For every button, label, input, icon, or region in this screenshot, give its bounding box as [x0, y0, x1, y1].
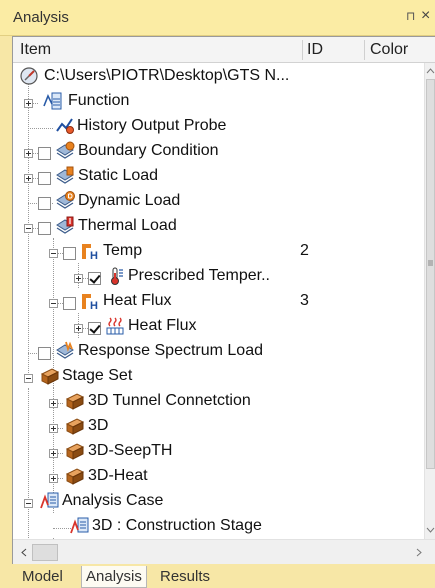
tree-item-static-load-label[interactable]: Static Load — [78, 167, 158, 185]
column-separator[interactable] — [302, 40, 303, 60]
tree-item-thermal-load-label[interactable]: Thermal Load — [78, 217, 177, 235]
response-spectrum-load-checkbox[interactable] — [38, 347, 51, 360]
temp-checkbox[interactable] — [63, 247, 76, 260]
grip-icon — [428, 260, 433, 266]
expander[interactable] — [49, 399, 58, 408]
tree-connector — [28, 388, 29, 538]
dynamic-load-checkbox[interactable] — [38, 197, 51, 210]
stage-icon — [65, 468, 85, 485]
expander[interactable] — [74, 274, 83, 283]
static-load-checkbox[interactable] — [38, 172, 51, 185]
vertical-scrollbar[interactable] — [424, 63, 435, 539]
tree-item-stage-label[interactable]: 3D — [88, 417, 108, 435]
expander[interactable] — [74, 324, 83, 333]
response-spectrum-icon — [56, 341, 74, 359]
expander[interactable] — [49, 474, 58, 483]
column-header-item[interactable]: Item — [20, 41, 51, 59]
expander[interactable] — [49, 424, 58, 433]
tree-item-history-output-probe-label[interactable]: History Output Probe — [77, 117, 226, 135]
tree-item-response-spectrum-load-label[interactable]: Response Spectrum Load — [78, 342, 263, 360]
boundary-condition-checkbox[interactable] — [38, 147, 51, 160]
function-icon — [43, 92, 62, 110]
prescribed-temperature-checkbox[interactable] — [88, 272, 101, 285]
static-load-icon — [56, 166, 74, 184]
expander[interactable] — [24, 149, 33, 158]
analysis-case-icon — [40, 492, 59, 509]
dynamic-load-icon — [56, 191, 75, 209]
horizontal-scrollbar[interactable] — [13, 539, 435, 565]
vertical-scroll-thumb[interactable] — [426, 79, 435, 469]
svg-text:H: H — [90, 300, 98, 311]
expander[interactable] — [24, 224, 33, 233]
close-icon[interactable]: × — [421, 7, 430, 25]
bottom-tab-strip: Model Analysis Results — [0, 564, 435, 588]
history-output-probe-icon — [56, 118, 74, 134]
thermal-load-icon — [56, 216, 74, 234]
scroll-down-icon[interactable] — [426, 527, 435, 533]
project-icon — [20, 67, 38, 85]
stage-icon — [65, 418, 85, 435]
tree-item-dynamic-load-label[interactable]: Dynamic Load — [78, 192, 180, 210]
horizontal-scroll-thumb[interactable] — [32, 544, 58, 561]
scroll-right-icon[interactable] — [416, 548, 422, 557]
expander[interactable] — [49, 299, 58, 308]
tree-item-function-label[interactable]: Function — [68, 92, 129, 110]
scroll-left-icon[interactable] — [21, 548, 27, 557]
tree-item-stage-label[interactable]: 3D-SeepTH — [88, 442, 172, 460]
tree-item-boundary-condition-label[interactable]: Boundary Condition — [78, 142, 219, 160]
tree-item-temp-id: 2 — [300, 242, 309, 259]
tree-item-temp-label[interactable]: Temp — [103, 242, 142, 260]
analysis-tree-panel: Item ID Color C:\Users\PIOTR\Desktop\GTS… — [12, 36, 435, 565]
stage-set-icon — [40, 368, 60, 385]
analysis-case-item-icon — [70, 517, 89, 534]
expander[interactable] — [24, 374, 33, 383]
expander[interactable] — [24, 499, 33, 508]
load-set-icon: H — [82, 244, 98, 261]
tree-item-construction-stage-label[interactable]: 3D : Construction Stage — [92, 517, 262, 535]
analysis-tree: C:\Users\PIOTR\Desktop\GTS N... Function… — [13, 63, 424, 539]
svg-text:H: H — [90, 250, 98, 261]
column-header-color[interactable]: Color — [370, 41, 408, 59]
panel-titlebar: Analysis ⊓ × — [0, 0, 435, 36]
column-separator[interactable] — [364, 40, 365, 60]
tab-analysis[interactable]: Analysis — [81, 566, 147, 588]
expander[interactable] — [49, 449, 58, 458]
tree-item-project-label[interactable]: C:\Users\PIOTR\Desktop\GTS N... — [44, 67, 289, 85]
tree-connector — [28, 128, 53, 129]
expander[interactable] — [24, 174, 33, 183]
tree-item-prescribed-temperature-label[interactable]: Prescribed Temper.. — [128, 267, 270, 285]
expander[interactable] — [49, 249, 58, 258]
thermal-load-checkbox[interactable] — [38, 222, 51, 235]
tree-item-stage-label[interactable]: 3D-Heat — [88, 467, 148, 485]
expander[interactable] — [24, 99, 33, 108]
tree-item-analysis-case-label[interactable]: Analysis Case — [62, 492, 163, 510]
stage-icon — [65, 393, 85, 410]
tree-item-stage-set-label[interactable]: Stage Set — [62, 367, 132, 385]
load-set-icon: H — [82, 294, 98, 311]
tree-item-heat-flux-label[interactable]: Heat Flux — [128, 317, 196, 335]
heat-flux-icon — [106, 317, 124, 335]
boundary-condition-icon — [56, 141, 75, 159]
tab-model[interactable]: Model — [18, 566, 67, 588]
scroll-up-icon[interactable] — [426, 68, 435, 74]
tree-item-heat-flux-set-label[interactable]: Heat Flux — [103, 292, 171, 310]
stage-icon — [65, 443, 85, 460]
column-header: Item ID Color — [13, 37, 435, 63]
tree-item-heat-flux-set-id: 3 — [300, 292, 309, 309]
heat-flux-checkbox[interactable] — [88, 322, 101, 335]
column-header-id[interactable]: ID — [307, 41, 323, 59]
thermometer-icon — [111, 267, 123, 285]
panel-title: Analysis — [13, 9, 69, 26]
pin-icon[interactable]: ⊓ — [406, 9, 415, 23]
tree-item-stage-label[interactable]: 3D Tunnel Connetction — [88, 392, 251, 410]
tab-results[interactable]: Results — [156, 566, 214, 588]
heat-flux-set-checkbox[interactable] — [63, 297, 76, 310]
